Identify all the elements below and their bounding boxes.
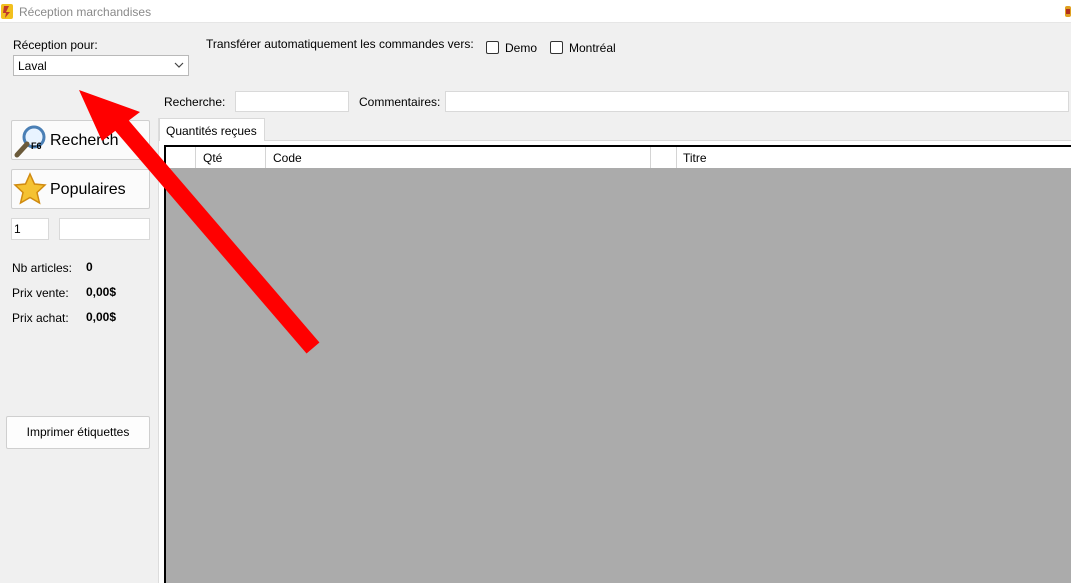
prix-achat-value: 0,00$: [86, 310, 117, 324]
search-shortcut-label: F6: [31, 141, 42, 151]
star-icon: [13, 172, 47, 205]
tab-quantites-recues[interactable]: Quantités reçues: [159, 118, 265, 141]
search-button[interactable]: F6 Recherch: [11, 120, 150, 160]
column-header-titre[interactable]: Titre: [683, 151, 707, 165]
demo-checkbox[interactable]: [486, 41, 499, 54]
reception-window: Réception marchandises Réception pour: L…: [0, 0, 1071, 583]
items-grid[interactable]: Qté Code Titre: [164, 145, 1071, 583]
search-input[interactable]: [235, 91, 349, 112]
search-button-label: Recherch: [50, 132, 119, 149]
montreal-checkbox-label: Montréal: [569, 41, 616, 55]
prix-vente-label: Prix vente:: [12, 286, 69, 300]
popular-button[interactable]: Populaires: [11, 169, 150, 209]
prix-achat-label: Prix achat:: [12, 311, 69, 325]
column-separator: [265, 147, 266, 168]
reception-label: Réception pour:: [13, 38, 98, 52]
app-icon-partial: [1065, 6, 1071, 17]
grid-header: Qté Code Titre: [166, 147, 1071, 168]
column-separator: [195, 147, 196, 168]
comments-label: Commentaires:: [359, 95, 441, 109]
column-header-qte[interactable]: Qté: [203, 151, 222, 165]
window-title: Réception marchandises: [19, 5, 152, 19]
prix-vente-value: 0,00$: [86, 285, 117, 299]
tab-label: Quantités reçues: [166, 124, 257, 138]
popular-button-label: Populaires: [50, 181, 126, 198]
column-header-code[interactable]: Code: [273, 151, 302, 165]
print-labels-button[interactable]: Imprimer étiquettes: [6, 416, 150, 449]
transfer-label: Transférer automatiquement les commandes…: [206, 37, 474, 51]
app-icon: [1, 4, 13, 19]
demo-checkbox-label: Demo: [505, 41, 538, 55]
code-input[interactable]: [59, 218, 150, 240]
nb-articles-value: 0: [86, 260, 93, 274]
nb-articles-label: Nb articles:: [12, 261, 73, 275]
column-separator: [676, 147, 677, 168]
column-separator: [650, 147, 651, 168]
chevron-down-icon: [174, 62, 184, 68]
montreal-checkbox[interactable]: [550, 41, 563, 54]
comments-input[interactable]: [445, 91, 1069, 112]
quantity-input[interactable]: 1: [11, 218, 49, 240]
quantity-value: 1: [14, 222, 21, 236]
reception-selected-value: Laval: [18, 59, 47, 73]
search-label: Recherche:: [164, 95, 226, 109]
reception-dropdown[interactable]: Laval: [13, 55, 189, 76]
title-bar: Réception marchandises: [0, 0, 1071, 23]
